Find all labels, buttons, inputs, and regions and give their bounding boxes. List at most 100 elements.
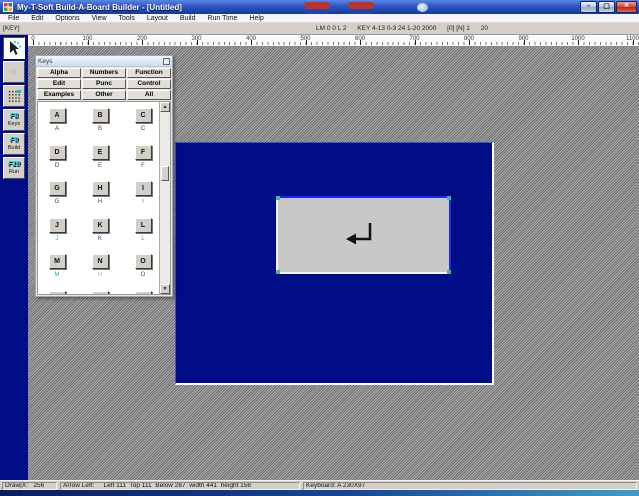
titlebar: My-T-Soft Build-A-Board Builder - [Untit… [0, 0, 639, 14]
grid-tool-button[interactable] [3, 85, 25, 107]
category-examples-button[interactable]: Examples [37, 90, 81, 100]
key-caption: B [83, 126, 117, 132]
key-item-r[interactable]: RR [126, 291, 160, 296]
resize-handle-bottom-left[interactable] [276, 270, 280, 274]
ruler-tick [197, 40, 198, 45]
menu-view[interactable]: View [85, 14, 112, 23]
run-tool-button[interactable]: F10Run [3, 157, 25, 179]
status-bar: Draw|X: 256Arrow Left: Left 111 Top 111 … [0, 480, 639, 490]
ruler-tick [142, 40, 143, 45]
keys-tool-label: Keys [8, 121, 20, 127]
menu-edit[interactable]: Edit [25, 14, 49, 23]
key-item-i[interactable]: II [126, 181, 160, 205]
maximize-button[interactable]: ▢ [598, 1, 615, 13]
board-key-enter[interactable] [276, 196, 451, 274]
category-alpha-button[interactable]: Alpha [37, 68, 81, 78]
scroll-down-arrow-icon[interactable]: ▼ [160, 284, 170, 294]
key-caption: H [83, 199, 117, 205]
close-button[interactable]: ✕ [616, 1, 637, 13]
keys-tool-button[interactable]: F8Keys [3, 109, 25, 131]
ruler-tick [88, 40, 89, 45]
key-button[interactable]: H [92, 181, 109, 196]
key-item-c[interactable]: CC [126, 108, 160, 132]
status-cell-0: Draw|X: 256 [2, 482, 57, 490]
titlebar-artifact [417, 3, 428, 12]
run-tool-fkey-icon: F10 [8, 161, 20, 169]
category-other-button[interactable]: Other [82, 90, 126, 100]
titlebar-artifact [349, 2, 373, 9]
key-button[interactable]: D [49, 145, 66, 160]
resize-handle-top-left[interactable] [276, 196, 280, 200]
key-button[interactable]: O [135, 254, 152, 269]
ruler-tick [415, 40, 416, 45]
key-item-g[interactable]: GG [40, 181, 74, 205]
key-item-p[interactable]: PP [40, 291, 74, 296]
ruler-tick [251, 40, 252, 45]
key-item-k[interactable]: KK [83, 218, 117, 242]
key-caption: A [40, 126, 74, 132]
key-item-n[interactable]: NN [83, 254, 117, 278]
key-button[interactable]: E [92, 145, 109, 160]
key-item-o[interactable]: OO [126, 254, 160, 278]
palette-close-box[interactable] [163, 58, 170, 65]
resize-handle-bottom-right[interactable] [447, 270, 451, 274]
key-button[interactable]: K [92, 218, 109, 233]
key-item-a[interactable]: AA [40, 108, 74, 132]
key-item-h[interactable]: HH [83, 181, 117, 205]
key-button[interactable]: A [49, 108, 66, 123]
key-item-e[interactable]: EE [83, 145, 117, 169]
key-button[interactable]: C [135, 108, 152, 123]
window-bottom-border [0, 490, 639, 496]
key-button[interactable]: R [135, 291, 152, 296]
category-function-button[interactable]: Function [127, 68, 171, 78]
category-all-button[interactable]: All [127, 90, 171, 100]
category-control-button[interactable]: Control [127, 79, 171, 89]
menu-tools[interactable]: Tools [113, 14, 141, 23]
scrollbar-thumb[interactable] [161, 166, 169, 181]
menu-run-time[interactable]: Run Time [201, 14, 243, 23]
keys-palette-titlebar[interactable]: Keys [36, 56, 172, 67]
menu-help[interactable]: Help [243, 14, 269, 23]
key-item-b[interactable]: BB [83, 108, 117, 132]
key-button[interactable]: B [92, 108, 109, 123]
resize-handle-top-right[interactable] [447, 196, 451, 200]
window-title: My-T-Soft Build-A-Board Builder - [Untit… [17, 3, 182, 12]
window-controls: –▢✕ [580, 1, 637, 13]
ruler-tick [633, 40, 634, 45]
key-button[interactable]: G [49, 181, 66, 196]
key-caption: G [40, 199, 74, 205]
keyboard-board[interactable] [175, 142, 494, 385]
scroll-up-arrow-icon[interactable]: ▲ [160, 102, 170, 112]
menu-options[interactable]: Options [49, 14, 85, 23]
category-numbers-button[interactable]: Numbers [82, 68, 126, 78]
build-tool-button[interactable]: F9Build [3, 133, 25, 155]
key-button[interactable]: N [92, 254, 109, 269]
category-punc-button[interactable]: Punc [82, 79, 126, 89]
key-button[interactable]: F [135, 145, 152, 160]
key-button[interactable]: L [135, 218, 152, 233]
key-item-m[interactable]: MM [40, 254, 74, 278]
minimize-button[interactable]: – [580, 1, 597, 13]
key-button[interactable]: J [49, 218, 66, 233]
ruler-tick [524, 40, 525, 45]
ruler-tick [469, 40, 470, 45]
key-button[interactable]: I [135, 181, 152, 196]
key-item-d[interactable]: DD [40, 145, 74, 169]
menu-build[interactable]: Build [174, 14, 202, 23]
select-tool-button[interactable] [3, 37, 25, 59]
category-edit-button[interactable]: Edit [37, 79, 81, 89]
key-button[interactable]: M [49, 254, 66, 269]
key-button[interactable]: P [49, 291, 66, 296]
crosshair-tool-button[interactable]: + [3, 61, 25, 83]
menu-layout[interactable]: Layout [141, 14, 174, 23]
menu-file[interactable]: File [2, 14, 25, 23]
key-caption: L [126, 236, 160, 242]
key-button[interactable]: Q [92, 291, 109, 296]
app-icon [3, 2, 13, 12]
key-item-l[interactable]: LL [126, 218, 160, 242]
keys-tool-fkey-icon: F8 [10, 113, 18, 121]
key-item-q[interactable]: QQ [83, 291, 117, 296]
keys-list-scrollbar[interactable]: ▲ ▼ [159, 102, 170, 294]
key-item-f[interactable]: FF [126, 145, 160, 169]
key-item-j[interactable]: JJ [40, 218, 74, 242]
